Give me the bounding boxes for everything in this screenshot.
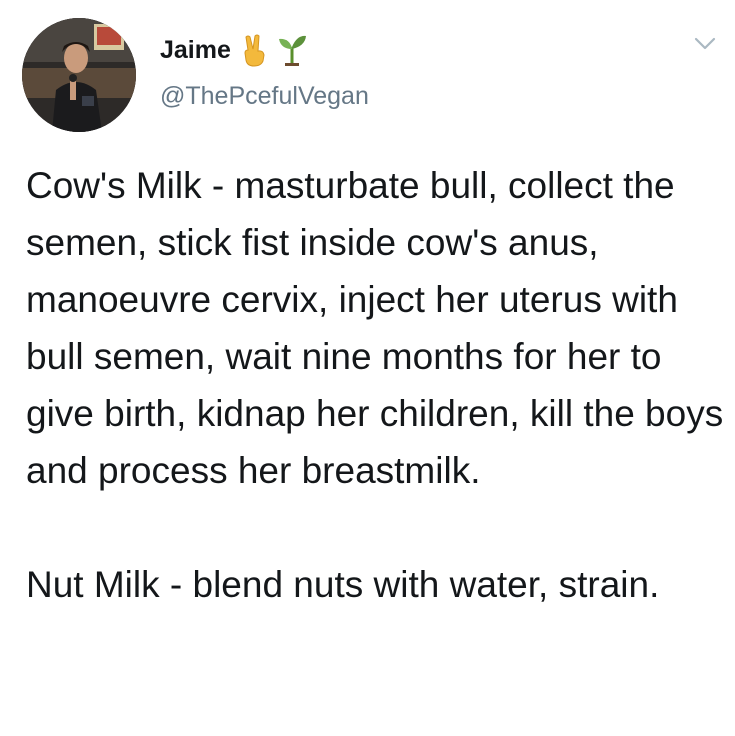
avatar[interactable] — [22, 18, 136, 132]
victory-hand-emoji-icon — [239, 33, 269, 67]
display-name[interactable]: Jaime — [160, 30, 231, 70]
tweet-paragraph: Nut Milk - blend nuts with water, strain… — [26, 564, 660, 605]
author-block: Jaime @ThePcefulVegan — [160, 30, 369, 116]
name-row: Jaime — [160, 30, 369, 70]
seedling-emoji-icon — [277, 33, 307, 67]
chevron-down-icon[interactable] — [693, 36, 717, 52]
tweet-card: Jaime @ThePcefulVegan Cow's Milk - mastu… — [0, 0, 735, 736]
tweet-paragraph: Cow's Milk - masturbate bull, collect th… — [26, 165, 724, 491]
user-handle[interactable]: @ThePcefulVegan — [160, 76, 369, 116]
tweet-text: Cow's Milk - masturbate bull, collect th… — [26, 157, 726, 613]
